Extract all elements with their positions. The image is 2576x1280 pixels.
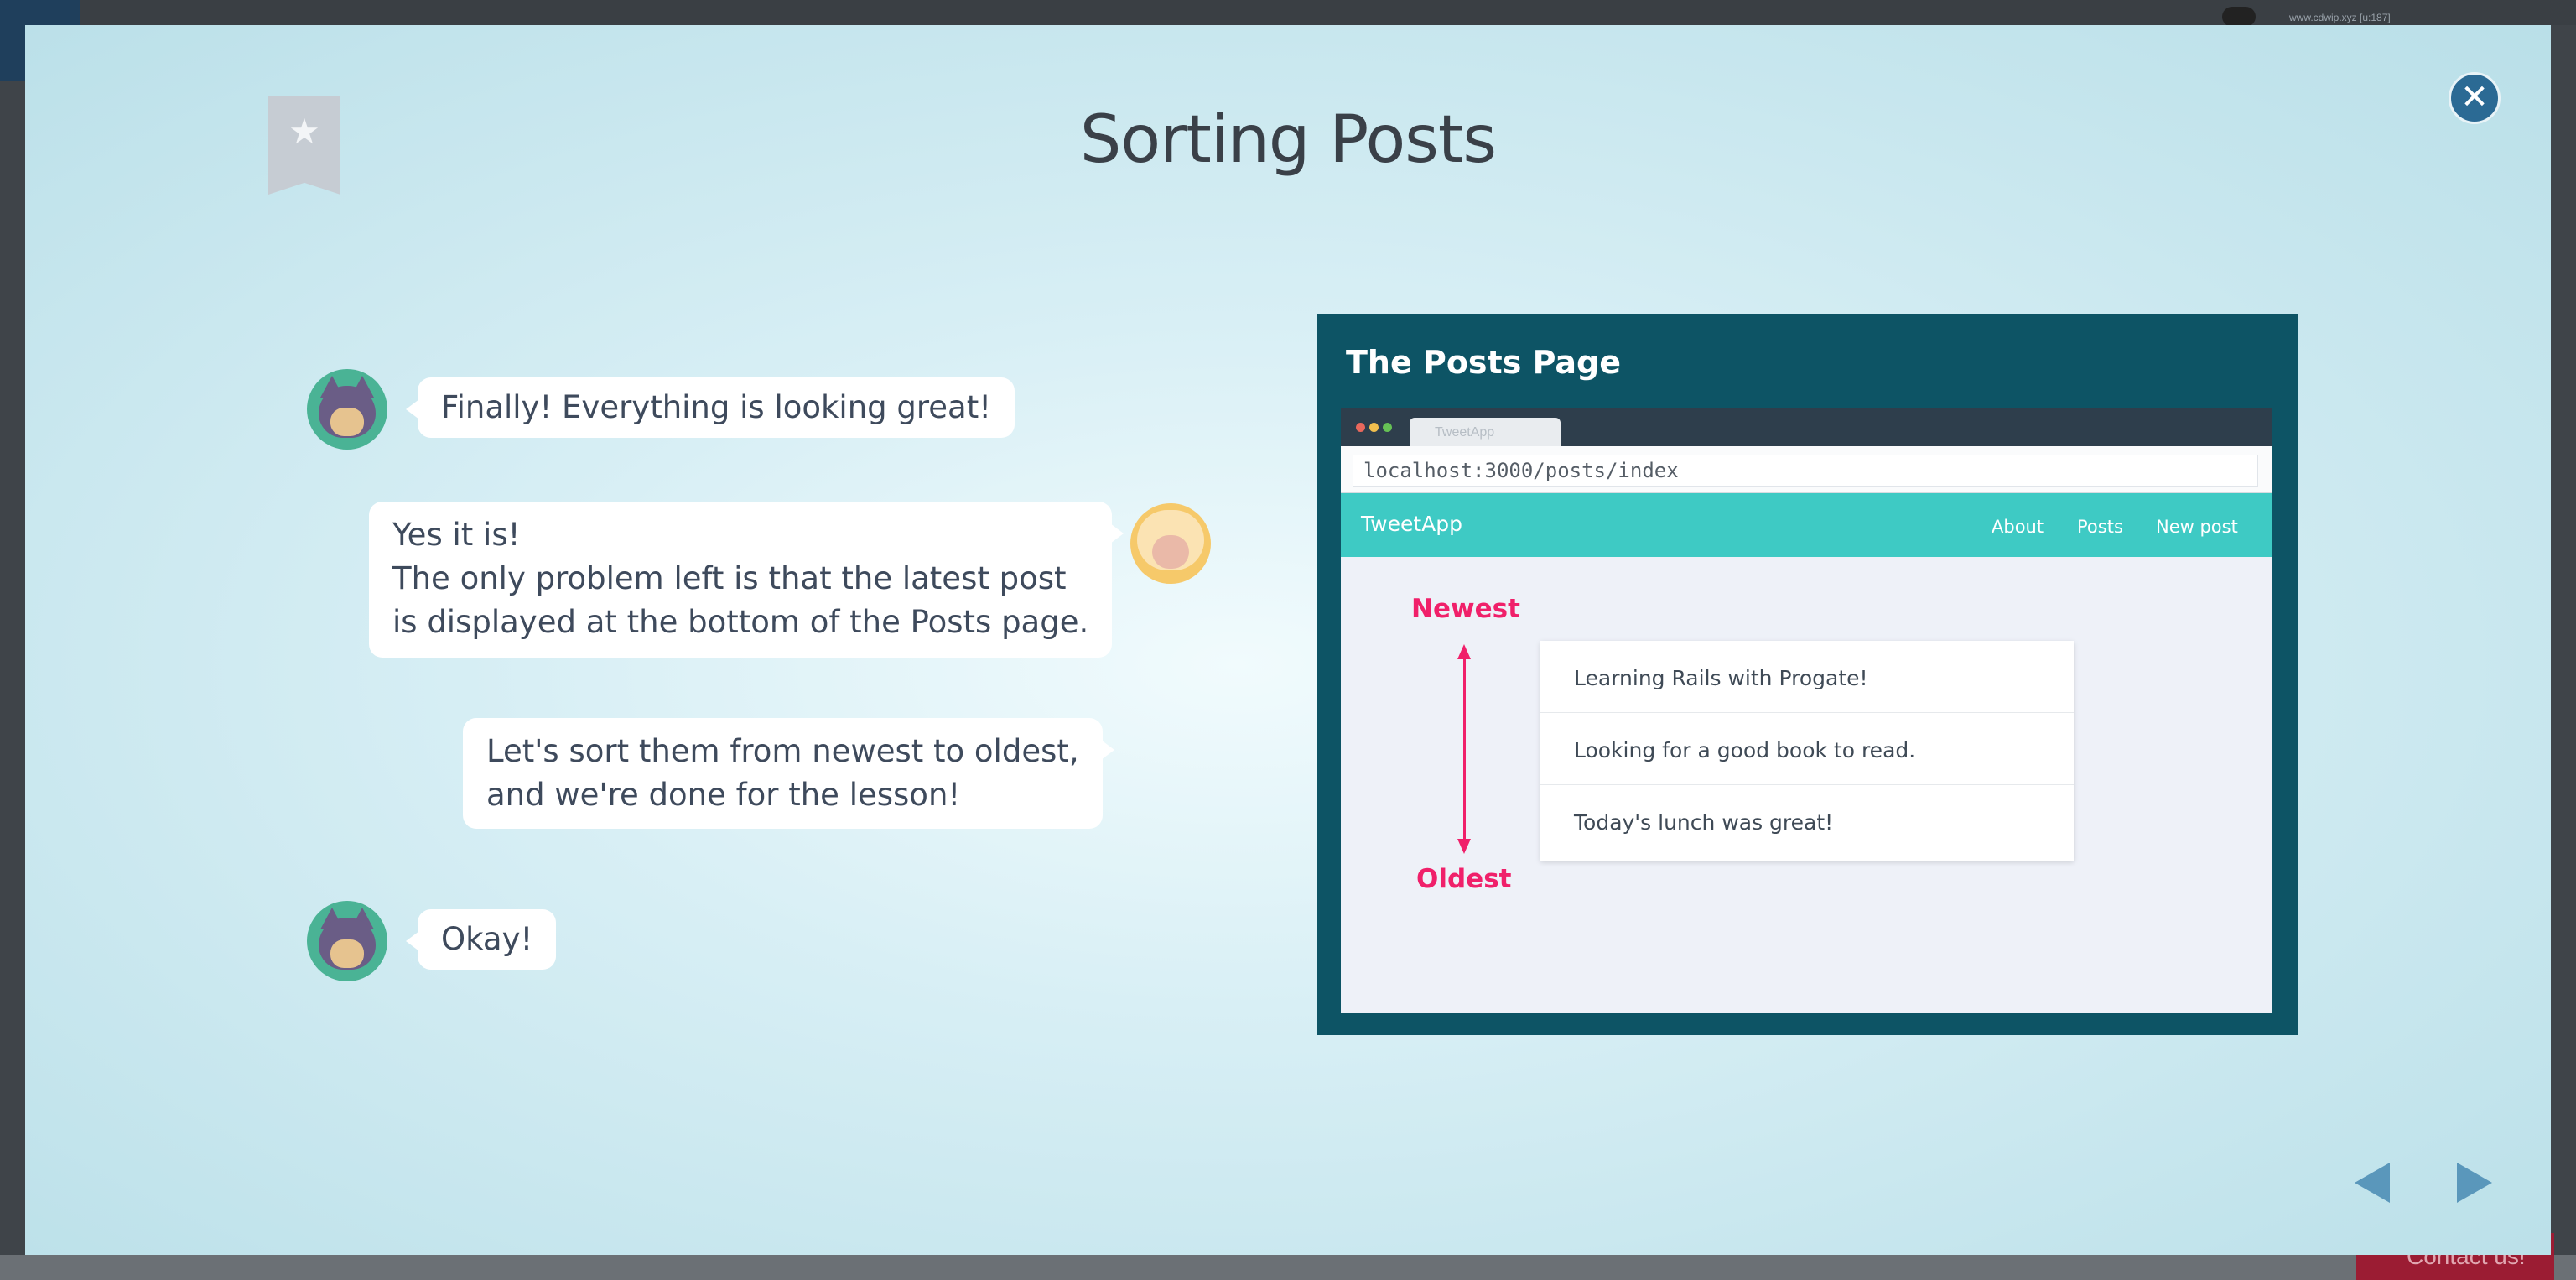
slide-title: Sorting Posts <box>1079 102 1497 178</box>
sheep-avatar <box>1130 503 1211 584</box>
chat-line: Let's sort them from newest to oldest, <box>486 733 1079 769</box>
next-arrow-icon[interactable] <box>2457 1163 2492 1203</box>
chat-line: The only problem left is that the latest… <box>392 560 1067 596</box>
cat-avatar <box>307 369 387 450</box>
chat-line: and we're done for the lesson! <box>486 777 961 813</box>
illustration-title: The Posts Page <box>1346 344 1622 381</box>
slide-modal: ★ ✕ Sorting Posts Finally! Everything is… <box>25 25 2551 1255</box>
cat-avatar <box>307 901 387 981</box>
post-item: Today's lunch was great! <box>1574 810 1834 835</box>
app-brand: TweetApp <box>1361 512 1462 536</box>
post-item: Learning Rails with Progate! <box>1540 641 2074 713</box>
browser-tab: TweetApp <box>1410 418 1561 446</box>
chat-line: Okay! <box>441 921 533 957</box>
posts-list: Learning Rails with Progate! Looking for… <box>1540 641 2074 861</box>
newest-label: Newest <box>1411 594 1520 624</box>
url-input: localhost:3000/posts/index <box>1353 455 2258 487</box>
posts-page-illustration: The Posts Page TweetApp localhost:3000/p… <box>1317 314 2298 1035</box>
chat-bubble: Let's sort them from newest to oldest, a… <box>463 718 1114 829</box>
prev-arrow-icon[interactable] <box>2355 1163 2390 1203</box>
maximize-dot-icon <box>1383 423 1392 432</box>
chat-line: Finally! Everything is looking great! <box>441 389 992 425</box>
post-item: Looking for a good book to read. <box>1540 713 2074 785</box>
oldest-label: Oldest <box>1416 864 1512 894</box>
background-bottom-bar <box>0 1255 2576 1280</box>
order-arrow <box>1463 656 1466 842</box>
app-navbar: TweetApp About Posts New post <box>1341 493 2272 557</box>
chat-line: Yes it is! <box>392 517 521 553</box>
background-topbar <box>0 0 2576 25</box>
url-bar: localhost:3000/posts/index <box>1341 446 2272 493</box>
arrow-down-icon <box>1457 839 1471 854</box>
nav-link-new-post: New post <box>2156 517 2238 537</box>
minimize-dot-icon <box>1369 423 1379 432</box>
background-user-avatar <box>2222 7 2256 27</box>
nav-link-about: About <box>1992 517 2044 537</box>
browser-chrome: TweetApp <box>1341 408 2272 446</box>
chat-line: is displayed at the bottom of the Posts … <box>392 604 1089 640</box>
close-dot-icon <box>1356 423 1365 432</box>
chat-bubble: Finally! Everything is looking great! <box>405 377 1015 438</box>
chat-bubble: Okay! <box>405 909 557 970</box>
browser-mockup: TweetApp localhost:3000/posts/index Twee… <box>1341 408 2272 1013</box>
chat-bubble: Yes it is! The only problem left is that… <box>369 502 1124 658</box>
nav-link-posts: Posts <box>2077 517 2123 537</box>
background-user-text: www.cdwip.xyz [u:187] <box>2289 12 2391 23</box>
